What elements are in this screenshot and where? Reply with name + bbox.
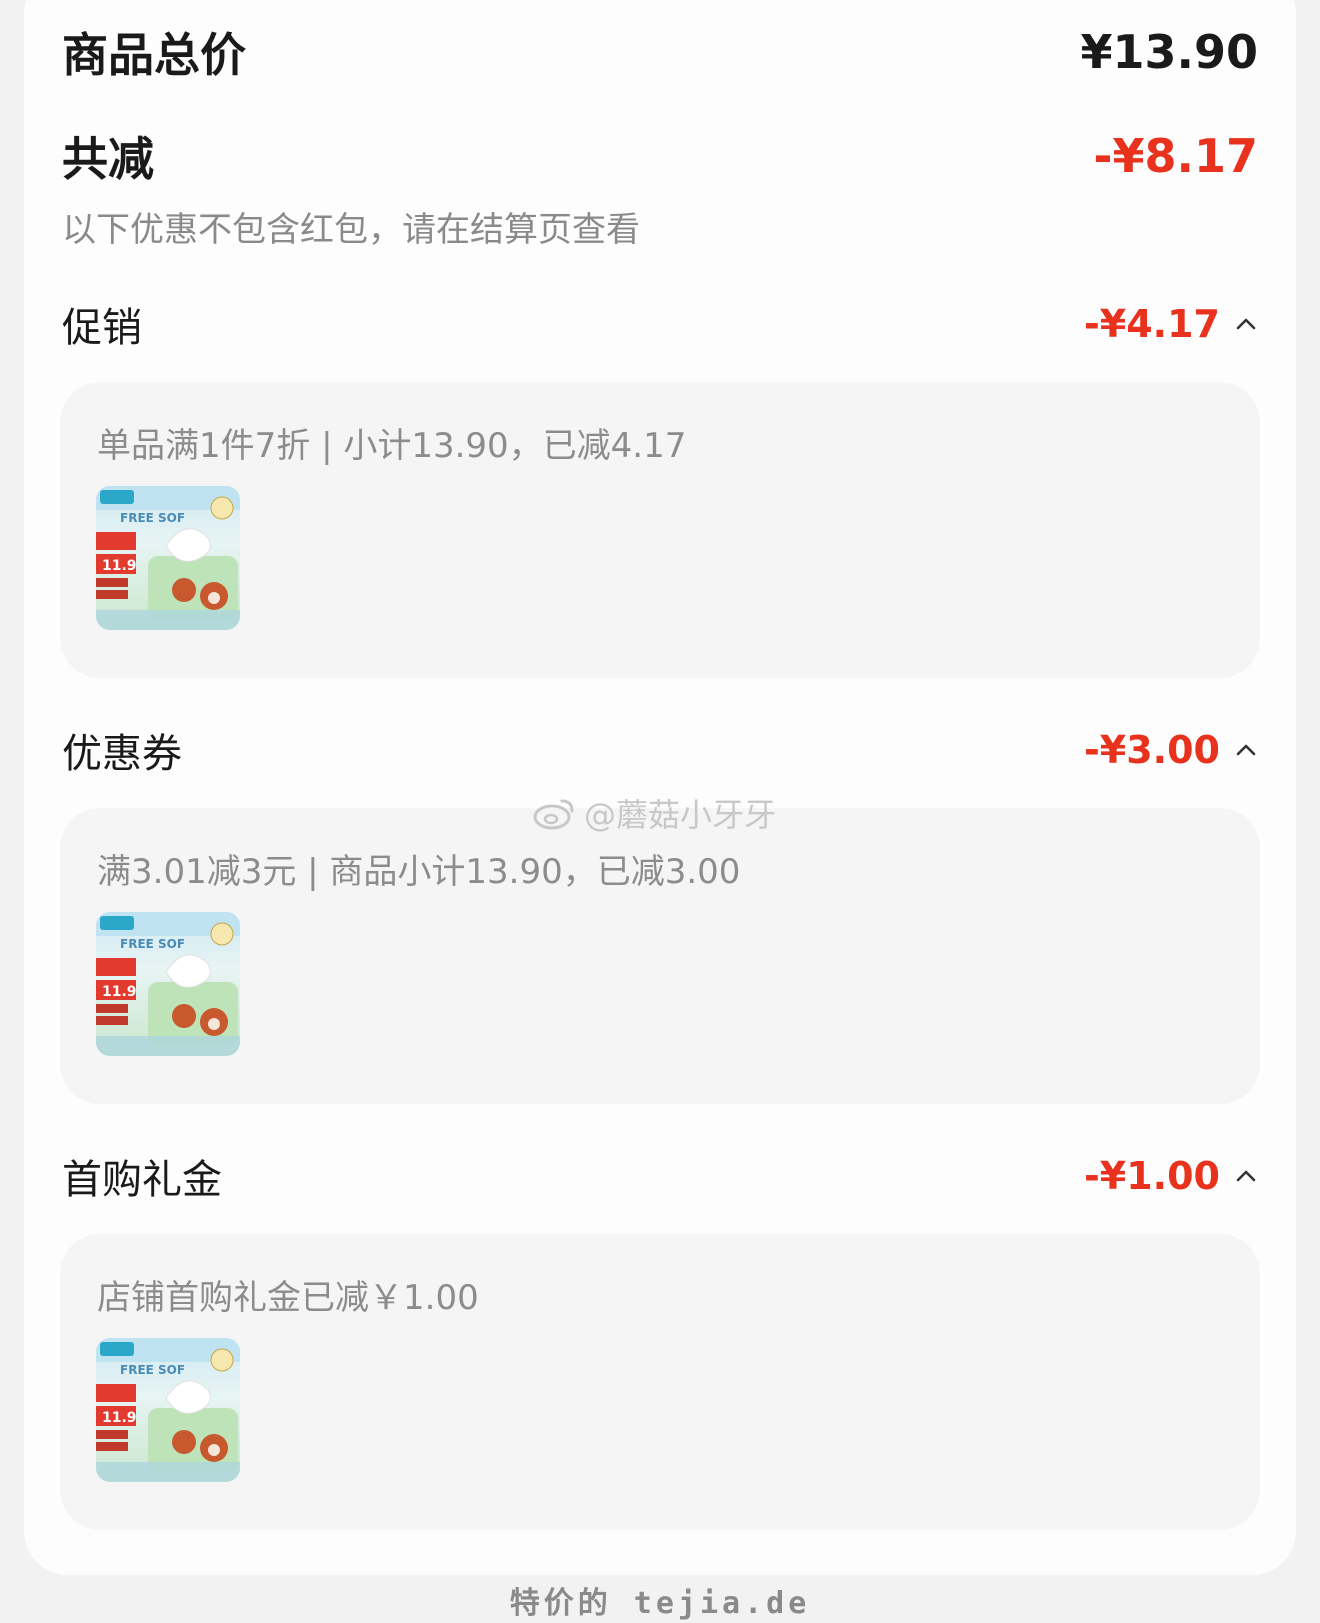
section-title: 首购礼金 (62, 1157, 222, 1203)
svg-text:FREE SOF: FREE SOF (120, 1363, 185, 1377)
total-discount-row: 共减 -¥8.17 (62, 126, 1258, 186)
footer-brand: 特价的 tejia.de (509, 1586, 811, 1621)
section-title: 优惠券 (62, 731, 182, 777)
section-title: 促销 (62, 305, 142, 351)
product-image: FREE SOF 11.9 (96, 1338, 240, 1482)
chevron-up-icon[interactable] (1234, 312, 1258, 336)
svg-text:FREE SOF: FREE SOF (120, 937, 185, 951)
chevron-up-icon[interactable] (1234, 1164, 1258, 1188)
section-amount: -¥3.00 (1084, 728, 1220, 772)
product-badge-price: 11.9 (102, 984, 137, 1000)
first-purchase-gift-detail-text: 店铺首购礼金已减￥1.00 (97, 1278, 479, 1318)
first-purchase-gift-detail-panel: 店铺首购礼金已减￥1.00 FREE SOF 11.9 (60, 1234, 1260, 1530)
section-amount-toggle[interactable]: -¥3.00 (1084, 728, 1258, 772)
coupon-detail-text: 满3.01减3元 | 商品小计13.90，已减3.00 (97, 852, 741, 892)
watermark: @蘑菇小牙牙 (532, 790, 776, 836)
product-badge-price: 11.9 (102, 1410, 137, 1426)
watermark-text: @蘑菇小牙牙 (584, 796, 777, 834)
weibo-icon (533, 799, 574, 830)
section-header-promotion[interactable]: 促销 -¥4.17 (62, 296, 1258, 352)
product-thumbnail[interactable]: FREE SOF 11.9 (96, 1338, 240, 1482)
product-thumbnail[interactable]: FREE SOF 11.9 (96, 912, 240, 1056)
section-amount: -¥1.00 (1084, 1154, 1220, 1198)
total-price-label: 商品总价 (62, 28, 246, 82)
product-image: FREE SOF 11.9 (96, 486, 240, 630)
total-discount-label: 共减 (62, 132, 154, 186)
promotion-detail-panel: 单品满1件7折 | 小计13.90，已减4.17 FREE SOF 11.9 (60, 382, 1260, 678)
section-amount-toggle[interactable]: -¥1.00 (1084, 1154, 1258, 1198)
svg-text:FREE SOF: FREE SOF (120, 511, 185, 525)
promotion-detail-text: 单品满1件7折 | 小计13.90，已减4.17 (97, 426, 687, 466)
section-amount: -¥4.17 (1084, 302, 1220, 346)
total-price-value: ¥13.90 (1080, 25, 1258, 79)
discount-note: 以下优惠不包含红包，请在结算页查看 (62, 210, 640, 250)
section-header-coupon[interactable]: 优惠券 -¥3.00 (62, 722, 1258, 778)
chevron-up-icon[interactable] (1234, 738, 1258, 762)
section-amount-toggle[interactable]: -¥4.17 (1084, 302, 1258, 346)
total-price-row: 商品总价 ¥13.90 (62, 22, 1258, 82)
product-badge-price: 11.9 (102, 558, 137, 574)
coupon-detail-panel: 满3.01减3元 | 商品小计13.90，已减3.00 FREE SOF 11.… (60, 808, 1260, 1104)
product-thumbnail[interactable]: FREE SOF 11.9 (96, 486, 240, 630)
section-header-first-purchase-gift[interactable]: 首购礼金 -¥1.00 (62, 1148, 1258, 1204)
product-image: FREE SOF 11.9 (96, 912, 240, 1056)
total-discount-value: -¥8.17 (1093, 129, 1258, 183)
